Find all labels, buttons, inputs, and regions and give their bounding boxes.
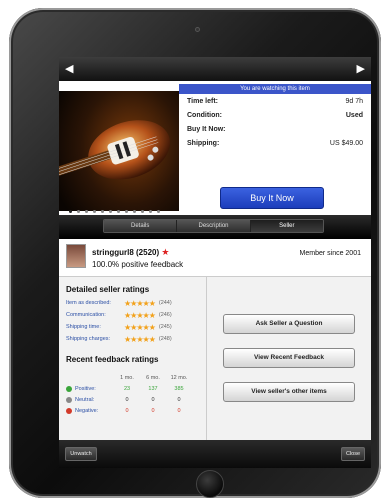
- rating-row: Shipping time: ★★★★★ (245): [66, 323, 206, 332]
- stars-icon: ★★★★★: [124, 323, 156, 332]
- table-cell: 385: [174, 385, 184, 392]
- page-dot[interactable]: [93, 210, 96, 213]
- rating-row: Communication: ★★★★★ (246): [66, 311, 206, 320]
- star-icon: ★: [161, 247, 170, 257]
- page-dot[interactable]: [141, 210, 144, 213]
- table-cell: 0: [177, 396, 181, 403]
- tab-bar: Details Description Seller: [59, 215, 371, 239]
- table-cell: 0: [177, 407, 181, 414]
- rating-count: (245): [158, 324, 172, 330]
- stars-icon: ★★★★★: [124, 335, 156, 344]
- time-left-row: Time left: 9d 7h: [187, 98, 363, 112]
- rating-count: (244): [158, 300, 172, 306]
- view-other-items-button[interactable]: View seller's other items: [223, 382, 355, 402]
- page-dot[interactable]: [69, 210, 72, 213]
- table-cell: 0: [125, 396, 129, 403]
- rating-count: (246): [158, 312, 172, 318]
- buy-it-now-row: Buy It Now:: [187, 126, 363, 140]
- rating-label: Shipping time:: [66, 324, 101, 330]
- camera-icon: [195, 27, 200, 32]
- column-header: 1 mo.: [120, 375, 134, 381]
- table-header: 1 mo. 6 mo. 12 mo.: [66, 375, 196, 383]
- seller-name[interactable]: stringgurl8: [92, 248, 134, 257]
- left-arrow-icon[interactable]: ◀: [65, 63, 73, 75]
- seller-header: stringgurl8 (2520) ★ 100.0% positive fee…: [59, 239, 371, 277]
- feedback-table: 1 mo. 6 mo. 12 mo. Positive: 23 137 385 …: [66, 375, 196, 416]
- right-arrow-icon[interactable]: ▶: [357, 63, 365, 75]
- condition-row: Condition: Used: [187, 112, 363, 126]
- row-label: Buy It Now:: [187, 126, 226, 133]
- seller-score: (2520): [136, 248, 160, 257]
- member-since: Member since 2001: [299, 250, 361, 257]
- table-row: Positive: 23 137 385: [66, 383, 196, 394]
- table-row: Neutral: 0 0 0: [66, 394, 196, 405]
- top-nav: ◀ ▶: [59, 57, 371, 81]
- positive-icon: [66, 385, 72, 392]
- page-dot[interactable]: [133, 210, 136, 213]
- shipping-row: Shipping: US $49.00: [187, 140, 363, 154]
- table-cell: 23: [123, 385, 131, 392]
- rating-row: Shipping charges: ★★★★★ (248): [66, 335, 206, 344]
- row-label: Neutral:: [75, 396, 95, 403]
- row-value: US $49.00: [329, 140, 363, 147]
- negative-icon: [66, 407, 72, 414]
- page-dot[interactable]: [85, 210, 88, 213]
- row-label: Positive:: [75, 385, 96, 392]
- table-cell: 0: [151, 407, 155, 414]
- stars-icon: ★★★★★: [124, 311, 156, 320]
- row-value: 9d 7h: [345, 98, 363, 105]
- buy-it-now-button[interactable]: Buy It Now: [220, 187, 324, 209]
- rating-label: Shipping charges:: [66, 336, 111, 342]
- item-photo[interactable]: [59, 81, 179, 223]
- seller-name-line: stringgurl8 (2520) ★: [92, 247, 169, 258]
- home-button[interactable]: [196, 470, 224, 498]
- row-value: Used: [345, 112, 363, 119]
- photo-page-indicator[interactable]: [69, 210, 160, 213]
- page-dot[interactable]: [77, 210, 80, 213]
- bottom-toolbar: Unwatch Close: [59, 440, 371, 468]
- avatar: [66, 244, 86, 268]
- page-dot[interactable]: [157, 210, 160, 213]
- column-header: 6 mo.: [146, 375, 160, 381]
- view-recent-feedback-button[interactable]: View Recent Feedback: [223, 348, 355, 368]
- table-row: Negative: 0 0 0: [66, 405, 196, 416]
- watching-banner: You are watching this item: [179, 84, 371, 94]
- page-dot[interactable]: [125, 210, 128, 213]
- row-label: Time left:: [187, 98, 218, 105]
- neutral-icon: [66, 396, 72, 403]
- tab-description[interactable]: Description: [177, 220, 251, 232]
- app-screen: ◀ ▶ You are watching this item Time left…: [59, 57, 371, 468]
- recent-feedback-title: Recent feedback ratings: [66, 355, 159, 364]
- column-header: 12 mo.: [170, 375, 188, 381]
- unwatch-button[interactable]: Unwatch: [65, 447, 97, 461]
- page-dot[interactable]: [109, 210, 112, 213]
- page-dot[interactable]: [117, 210, 120, 213]
- ask-seller-button[interactable]: Ask Seller a Question: [223, 314, 355, 334]
- row-label: Shipping:: [187, 140, 220, 147]
- stars-icon: ★★★★★: [124, 299, 156, 308]
- listing-info: Time left: 9d 7h Condition: Used Buy It No…: [187, 98, 363, 154]
- tab-seller[interactable]: Seller: [250, 220, 323, 232]
- rating-label: Item as described:: [66, 300, 111, 306]
- rating-label: Communication:: [66, 312, 106, 318]
- detailed-ratings-title: Detailed seller ratings: [66, 285, 150, 294]
- close-button[interactable]: Close: [341, 447, 365, 461]
- table-cell: 137: [148, 385, 158, 392]
- page-dot[interactable]: [101, 210, 104, 213]
- rating-count: (248): [158, 336, 172, 342]
- tablet-frame: ◀ ▶ You are watching this item Time left…: [9, 8, 381, 498]
- table-cell: 0: [151, 396, 155, 403]
- seller-positive-feedback: 100.0% positive feedback: [92, 260, 184, 269]
- segmented-control: Details Description Seller: [103, 219, 324, 233]
- table-cell: 0: [125, 407, 129, 414]
- row-label: Negative:: [75, 407, 99, 414]
- page-dot[interactable]: [149, 210, 152, 213]
- tab-details[interactable]: Details: [104, 220, 178, 232]
- rating-row: Item as described: ★★★★★ (244): [66, 299, 206, 308]
- row-label: Condition:: [187, 112, 222, 119]
